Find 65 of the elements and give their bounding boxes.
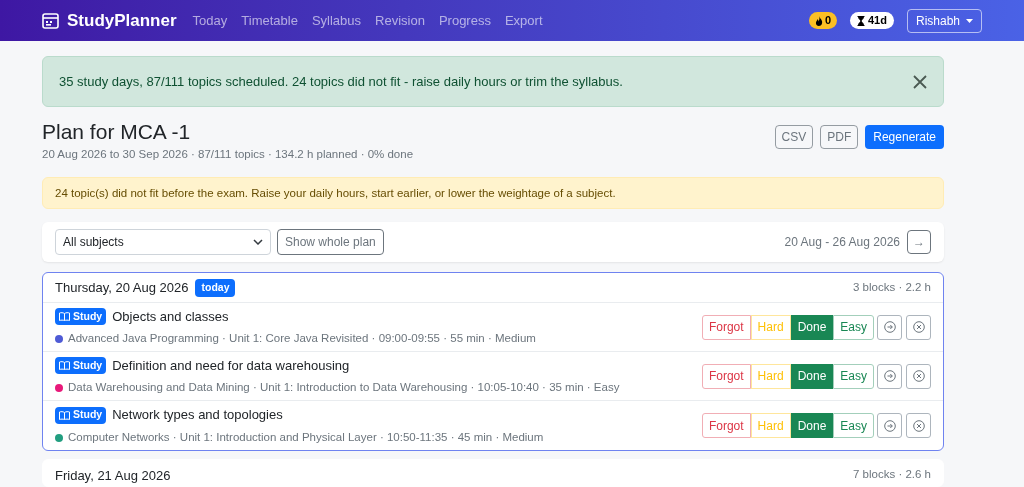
arrow-circle-icon: [883, 370, 896, 383]
day-stats: 3 blocks · 2.2 h: [853, 280, 931, 296]
remove-button[interactable]: [906, 363, 931, 389]
rating-button[interactable]: Easy: [833, 413, 874, 439]
study-badge: Study: [55, 308, 107, 326]
plan-action-button[interactable]: CSV: [774, 125, 814, 149]
book-icon: [59, 312, 70, 322]
next-week-button[interactable]: →: [907, 230, 931, 255]
postpone-button[interactable]: [877, 363, 902, 389]
plan-action-button[interactable]: PDF: [820, 125, 859, 149]
postpone-button[interactable]: [877, 314, 902, 340]
remove-button[interactable]: [906, 413, 931, 439]
rating-button[interactable]: Forgot: [701, 413, 751, 439]
today-badge: today: [195, 278, 236, 297]
close-circle-icon: [912, 370, 925, 383]
block-title: Objects and classes: [112, 307, 229, 326]
block-details: Advanced Java Programming · Unit 1: Core Java Revisited · 09:00-09:55 · 55 min · Medium: [68, 331, 536, 347]
rating-button[interactable]: Forgot: [701, 314, 751, 340]
subject-select[interactable]: All subjects: [55, 229, 271, 256]
postpone-button[interactable]: [877, 413, 902, 439]
arrow-circle-icon: [883, 321, 896, 334]
alert-message: 24 topic(s) did not fit before the exam. Raise your daily hours, start earlier, or lower the weightage of a subject.: [55, 185, 616, 201]
day-date: Thursday, 20 Aug 2026: [55, 279, 189, 297]
rating-button[interactable]: Easy: [833, 363, 874, 389]
plan-summary: 20 Aug 2026 to 30 Sep 2026 · 87/111 topics · 134.2 h planned · 0% done: [42, 147, 414, 162]
countdown-badge: 41d: [850, 12, 894, 29]
hourglass-icon: [857, 15, 865, 26]
close-circle-icon: [912, 321, 925, 334]
rating-button[interactable]: Done: [790, 314, 834, 340]
remove-button[interactable]: [906, 314, 931, 340]
nav-link[interactable]: Today: [192, 10, 228, 31]
date-range: 20 Aug - 26 Aug 2026: [784, 234, 900, 252]
nav-link[interactable]: Export: [504, 10, 543, 31]
rating-button[interactable]: Done: [790, 413, 834, 439]
brand-name[interactable]: StudyPlanner: [67, 7, 177, 34]
close-circle-icon: [912, 419, 925, 432]
day-stats: 7 blocks · 2.6 h: [853, 467, 931, 483]
block-title: Network types and topologies: [112, 406, 283, 425]
book-icon: [59, 361, 70, 371]
study-badge: Study: [55, 406, 107, 424]
plan-title: Plan for MCA -1: [42, 119, 192, 145]
show-whole-plan-button[interactable]: Show whole plan: [277, 229, 384, 256]
study-badge: Study: [55, 357, 107, 375]
rating-button[interactable]: Done: [790, 363, 834, 389]
alert-message: 35 study days, 87/111 topics scheduled. 24 topics did not fit - raise daily hours or trim the syllabus.: [59, 72, 623, 91]
user-menu[interactable]: Rishabh: [906, 8, 982, 33]
calendar-icon: [42, 12, 59, 29]
plan-action-button[interactable]: Regenerate: [865, 125, 944, 149]
streak-badge: 0: [808, 12, 837, 29]
nav-link[interactable]: Progress: [438, 10, 491, 31]
flame-icon: [814, 15, 823, 26]
close-icon[interactable]: [913, 74, 927, 89]
block-details: Data Warehousing and Data Mining · Unit 1: Introduction to Data Warehousing · 10:05-10:40 · 35 min · Easy: [68, 380, 620, 396]
nav-link[interactable]: Timetable: [241, 10, 298, 31]
chevron-icon: [253, 239, 263, 246]
rating-button[interactable]: Forgot: [701, 363, 751, 389]
caret-icon: [966, 18, 973, 23]
rating-button[interactable]: Easy: [833, 314, 874, 340]
nav-link[interactable]: Syllabus: [311, 10, 362, 31]
book-icon: [59, 410, 70, 420]
day-date: Friday, 21 Aug 2026: [55, 467, 171, 486]
block-title: Definition and need for data warehousing: [112, 356, 350, 375]
nav-link[interactable]: Revision: [375, 10, 425, 31]
arrow-circle-icon: [883, 419, 896, 432]
block-details: Computer Networks · Unit 1: Introduction and Physical Layer · 10:50-11:35 · 45 min · Medium: [68, 429, 544, 445]
